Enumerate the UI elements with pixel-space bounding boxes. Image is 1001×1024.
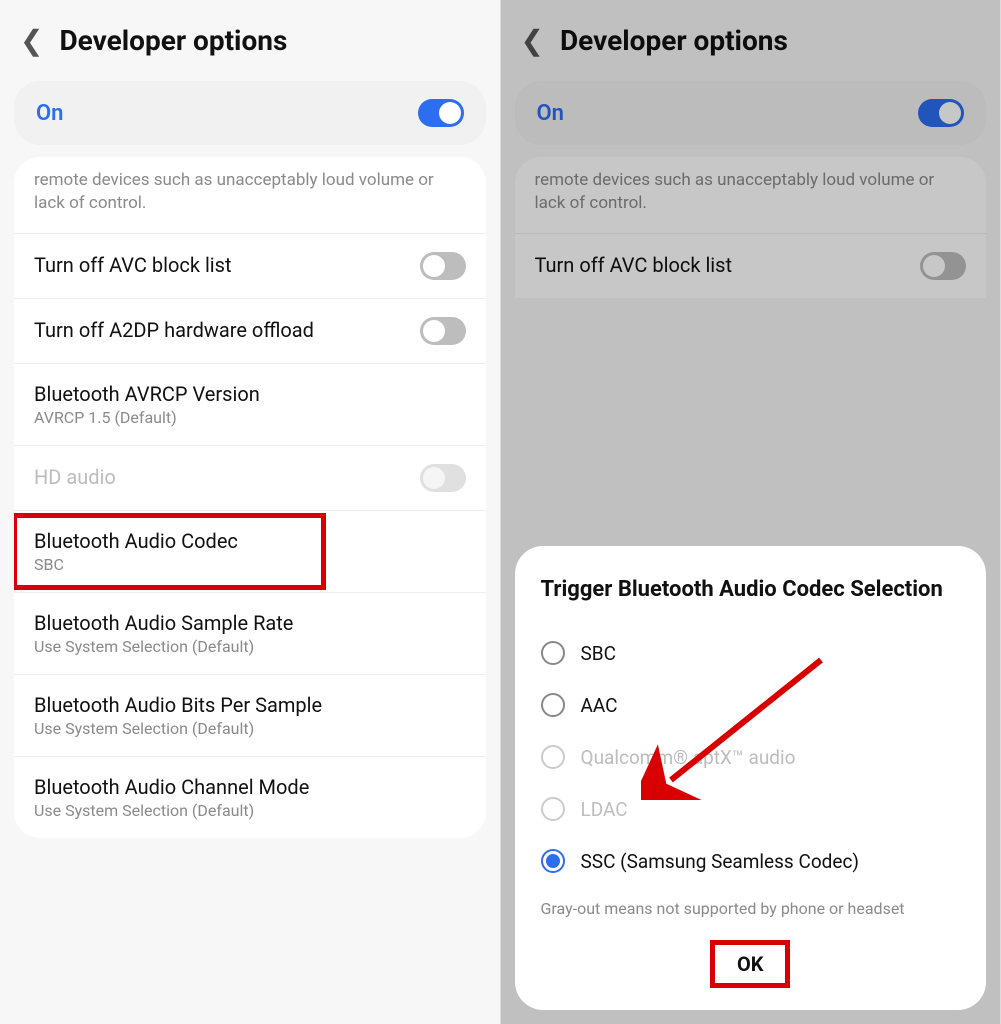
radio-label: AAC	[581, 694, 618, 717]
radio-sbc[interactable]: SBC	[541, 627, 961, 679]
row-title: Bluetooth Audio Bits Per Sample	[34, 693, 466, 717]
row-sub: Use System Selection (Default)	[34, 801, 466, 820]
radio-aptx: Qualcomm® aptX™ audio	[541, 731, 961, 783]
row-title: Turn off AVC block list	[34, 253, 420, 277]
radio-icon[interactable]	[541, 849, 565, 873]
row-title: HD audio	[34, 465, 420, 489]
radio-label: SBC	[581, 642, 617, 665]
toggle-a2dp[interactable]	[420, 317, 466, 345]
radio-ssc[interactable]: SSC (Samsung Seamless Codec)	[541, 835, 961, 887]
radio-ldac: LDAC	[541, 783, 961, 835]
row-title: Turn off A2DP hardware offload	[34, 318, 420, 342]
row-bluetooth-codec[interactable]: Bluetooth Audio Codec SBC	[14, 510, 486, 592]
radio-icon[interactable]	[541, 641, 565, 665]
radio-label: SSC (Samsung Seamless Codec)	[581, 850, 860, 873]
radio-label: LDAC	[581, 798, 628, 821]
row-title: Bluetooth Audio Codec	[34, 529, 466, 553]
toggle-hd-audio	[420, 464, 466, 492]
screen-right: ❮ Developer options On remote devices su…	[501, 0, 1001, 1024]
row-sub: Use System Selection (Default)	[34, 637, 466, 656]
radio-icon	[541, 797, 565, 821]
row-sub: AVRCP 1.5 (Default)	[34, 408, 466, 427]
master-toggle-label: On	[36, 101, 63, 126]
dialog-note: Gray-out means not supported by phone or…	[541, 899, 961, 918]
description-snippet: remote devices such as unacceptably loud…	[14, 157, 486, 233]
row-channel-mode[interactable]: Bluetooth Audio Channel Mode Use System …	[14, 756, 486, 838]
ok-button[interactable]: OK	[723, 944, 778, 984]
master-toggle-card[interactable]: On	[14, 81, 486, 145]
radio-icon[interactable]	[541, 693, 565, 717]
row-avrcp-version[interactable]: Bluetooth AVRCP Version AVRCP 1.5 (Defau…	[14, 363, 486, 445]
radio-icon	[541, 745, 565, 769]
row-sub: SBC	[34, 555, 466, 574]
page-title: Developer options	[59, 24, 287, 57]
row-bits-per-sample[interactable]: Bluetooth Audio Bits Per Sample Use Syst…	[14, 674, 486, 756]
settings-panel: remote devices such as unacceptably loud…	[14, 157, 486, 838]
row-a2dp-offload[interactable]: Turn off A2DP hardware offload	[14, 298, 486, 363]
row-title: Bluetooth AVRCP Version	[34, 382, 466, 406]
header: ❮ Developer options	[0, 0, 500, 81]
row-sub: Use System Selection (Default)	[34, 719, 466, 738]
dialog-actions: OK	[541, 944, 961, 984]
back-icon[interactable]: ❮	[20, 27, 43, 55]
radio-label: Qualcomm® aptX™ audio	[581, 746, 796, 769]
row-hd-audio: HD audio	[14, 445, 486, 510]
master-toggle[interactable]	[418, 99, 464, 127]
row-title: Bluetooth Audio Sample Rate	[34, 611, 466, 635]
toggle-avc[interactable]	[420, 252, 466, 280]
screen-left: ❮ Developer options On remote devices su…	[0, 0, 501, 1024]
codec-dialog: Trigger Bluetooth Audio Codec Selection …	[515, 546, 987, 1010]
row-sample-rate[interactable]: Bluetooth Audio Sample Rate Use System S…	[14, 592, 486, 674]
row-avc-blocklist[interactable]: Turn off AVC block list	[14, 233, 486, 298]
row-title: Bluetooth Audio Channel Mode	[34, 775, 466, 799]
radio-aac[interactable]: AAC	[541, 679, 961, 731]
dialog-title: Trigger Bluetooth Audio Codec Selection	[541, 576, 961, 605]
